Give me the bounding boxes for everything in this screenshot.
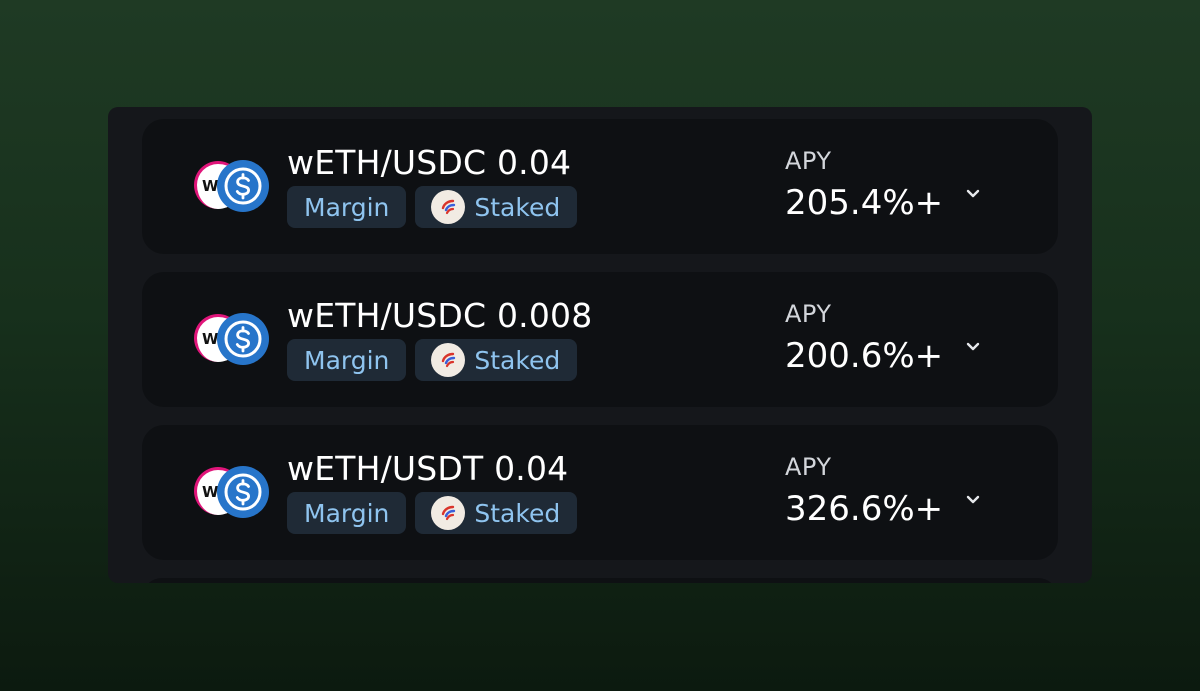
- chevron-down-icon[interactable]: [960, 487, 986, 513]
- pool-tags: Margin Staked: [287, 186, 578, 228]
- apy-value: 205.4%+: [785, 183, 944, 223]
- margin-tag: Margin: [287, 186, 407, 228]
- pool-row[interactable]: WE wETH/USDC 0.008 Margin Staked APY 200…: [142, 272, 1058, 407]
- token-pair-icons: WE: [194, 466, 270, 518]
- apy-label: APY: [785, 453, 832, 481]
- margin-tag: Margin: [287, 339, 407, 381]
- staked-tag: Staked: [415, 492, 578, 534]
- staked-tag-label: Staked: [474, 345, 561, 375]
- staked-protocol-icon: [431, 496, 466, 530]
- token-pair-icons: WE: [194, 313, 270, 365]
- usdc-token-icon: [217, 160, 269, 212]
- pool-row[interactable]: WE wETH/USDC 0.04 Margin Staked APY 205.…: [142, 119, 1058, 254]
- margin-tag: Margin: [287, 492, 407, 534]
- pool-row-partial: [142, 578, 1058, 583]
- pool-pair-name: wETH/USDC 0.008: [287, 296, 593, 335]
- pool-tags: Margin Staked: [287, 339, 578, 381]
- chevron-down-icon[interactable]: [960, 181, 986, 207]
- apy-value: 200.6%+: [785, 336, 944, 376]
- staked-tag: Staked: [415, 186, 578, 228]
- pool-row[interactable]: WE wETH/USDT 0.04 Margin Staked APY 326.…: [142, 425, 1058, 560]
- usdc-token-icon: [217, 313, 269, 365]
- pool-tags: Margin Staked: [287, 492, 578, 534]
- apy-label: APY: [785, 147, 832, 175]
- pool-list-panel: WE wETH/USDC 0.04 Margin Staked APY 205.…: [108, 107, 1092, 583]
- apy-label: APY: [785, 300, 832, 328]
- apy-value: 326.6%+: [785, 489, 944, 529]
- staked-tag: Staked: [415, 339, 578, 381]
- staked-protocol-icon: [431, 190, 466, 224]
- pool-pair-name: wETH/USDT 0.04: [287, 449, 569, 488]
- pool-pair-name: wETH/USDC 0.04: [287, 143, 572, 182]
- chevron-down-icon[interactable]: [960, 334, 986, 360]
- staked-protocol-icon: [431, 343, 466, 377]
- staked-tag-label: Staked: [474, 192, 561, 222]
- staked-tag-label: Staked: [474, 498, 561, 528]
- usdc-token-icon: [217, 466, 269, 518]
- token-pair-icons: WE: [194, 160, 270, 212]
